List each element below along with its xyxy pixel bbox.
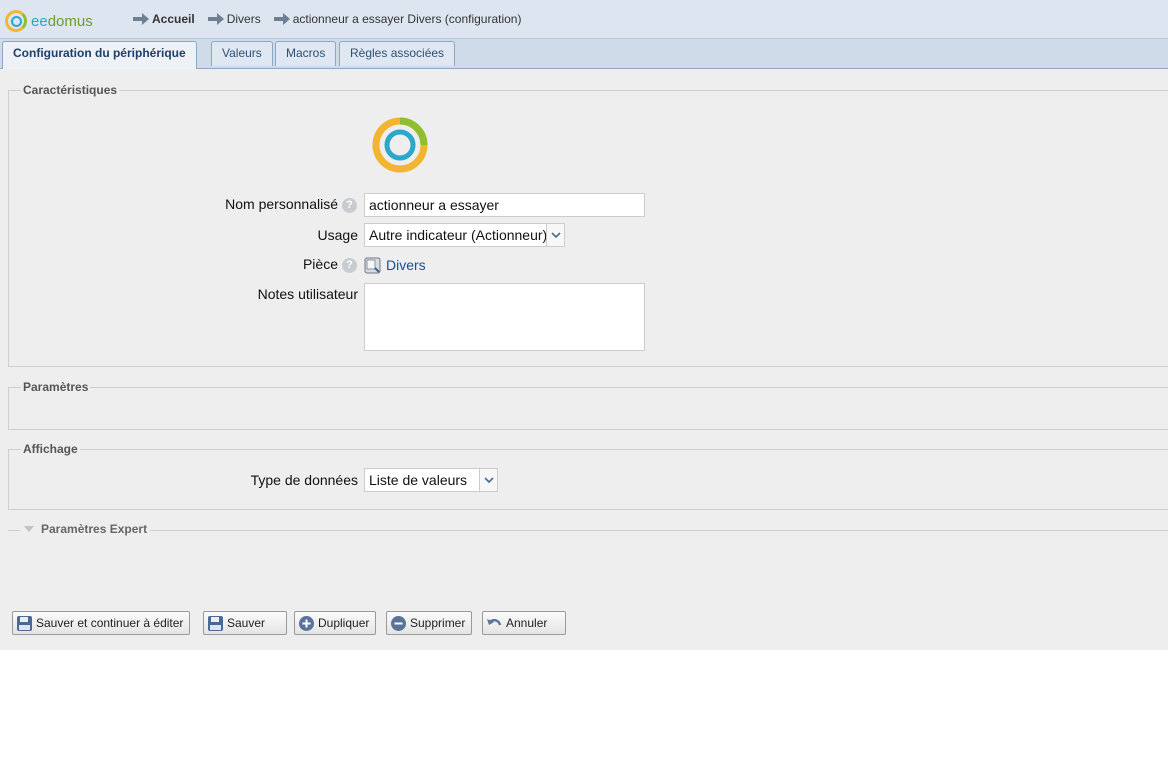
arrow-right-icon <box>207 13 224 25</box>
device-icon <box>372 117 428 173</box>
config-panel: Caractéristiques Nom personnalisé? actio… <box>0 69 1168 650</box>
expert-toggle[interactable]: Paramètres Expert <box>20 522 151 536</box>
tab-macros[interactable]: Macros <box>275 41 337 66</box>
delete-button[interactable]: Supprimer <box>386 611 473 635</box>
fieldset-parametres: Paramètres <box>8 380 1168 430</box>
save-button[interactable]: Sauver <box>203 611 287 635</box>
type-select[interactable]: Liste de valeurs <box>364 468 498 492</box>
name-input[interactable]: actionneur a essayer <box>364 193 645 217</box>
tab-regles[interactable]: Règles associées <box>339 41 456 66</box>
legend-caracteristiques: Caractéristiques <box>23 83 118 97</box>
logo-text: eedomus <box>31 12 93 30</box>
help-icon[interactable]: ? <box>342 197 357 213</box>
arrow-right-icon <box>133 13 149 25</box>
legend-expert: Paramètres Expert <box>41 522 148 536</box>
piece-link[interactable]: Divers <box>364 256 426 274</box>
triangle-down-icon <box>24 526 34 532</box>
plus-circle-icon <box>299 615 314 631</box>
tab-configuration[interactable]: Configuration du périphérique <box>2 41 197 69</box>
expert-divider <box>8 530 1168 531</box>
piece-label: Pièce? <box>150 256 357 273</box>
name-label: Nom personnalisé? <box>150 196 357 213</box>
legend-parametres: Paramètres <box>23 380 89 394</box>
room-icon <box>364 257 381 274</box>
minus-circle-icon <box>391 615 406 631</box>
floppy-icon <box>208 615 223 631</box>
top-bar: eedomus Accueil Divers actionneur a essa… <box>0 0 1168 39</box>
notes-textarea[interactable] <box>364 283 645 351</box>
duplicate-button[interactable]: Dupliquer <box>294 611 377 635</box>
save-continue-button[interactable]: Sauver et continuer à éditer <box>12 611 191 635</box>
tab-bar: Configuration du périphérique Valeurs Ma… <box>0 39 1168 69</box>
usage-label: Usage <box>317 227 358 243</box>
eedomus-logo[interactable]: eedomus <box>5 9 93 33</box>
breadcrumb-home[interactable]: Accueil <box>133 12 195 26</box>
type-label: Type de données <box>250 472 358 488</box>
floppy-icon <box>17 615 32 631</box>
arrow-right-icon <box>273 13 290 25</box>
breadcrumb: Accueil Divers actionneur a essayer Dive… <box>133 12 534 26</box>
legend-affichage: Affichage <box>23 442 78 456</box>
undo-icon <box>487 618 502 625</box>
chevron-down-icon[interactable] <box>479 469 497 491</box>
help-icon[interactable]: ? <box>342 257 357 273</box>
breadcrumb-divers[interactable]: Divers <box>207 12 261 26</box>
cancel-button[interactable]: Annuler <box>482 611 566 635</box>
notes-label: Notes utilisateur <box>257 286 358 302</box>
tab-valeurs[interactable]: Valeurs <box>211 41 273 66</box>
chevron-down-icon[interactable] <box>546 224 564 246</box>
logo-ring-icon <box>5 10 27 32</box>
breadcrumb-current[interactable]: actionneur a essayer Divers (configurati… <box>273 12 521 26</box>
usage-select[interactable]: Autre indicateur (Actionneur) <box>364 223 565 247</box>
